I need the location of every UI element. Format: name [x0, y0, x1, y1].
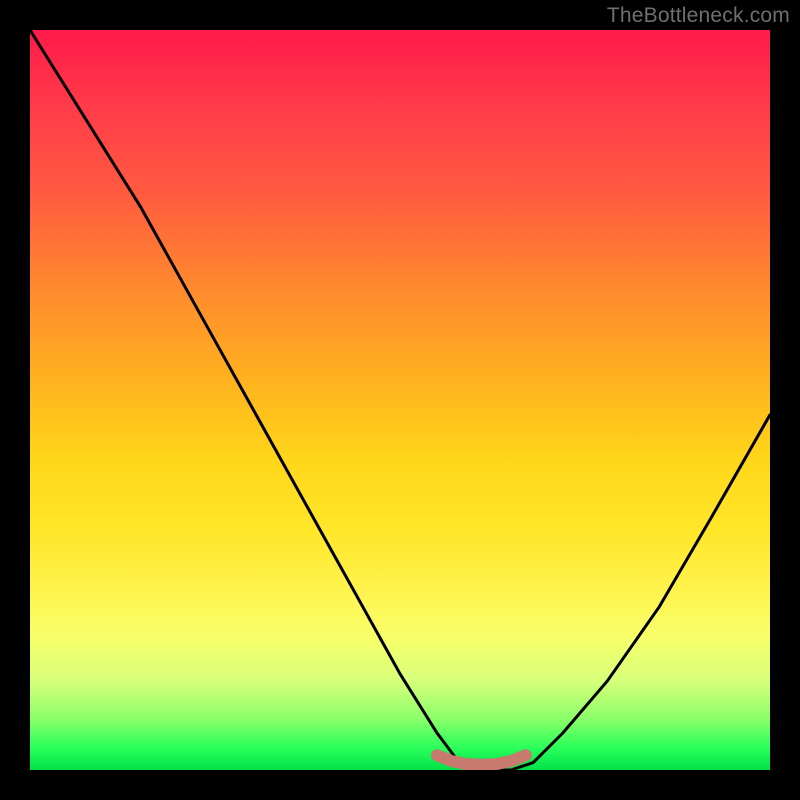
bottleneck-curve-path	[30, 30, 770, 770]
plot-area	[30, 30, 770, 770]
watermark-text: TheBottleneck.com	[607, 4, 790, 28]
curve-svg	[30, 30, 770, 770]
chart-frame: TheBottleneck.com	[0, 0, 800, 800]
optimal-band-path	[437, 755, 526, 765]
curve-group	[30, 30, 770, 770]
